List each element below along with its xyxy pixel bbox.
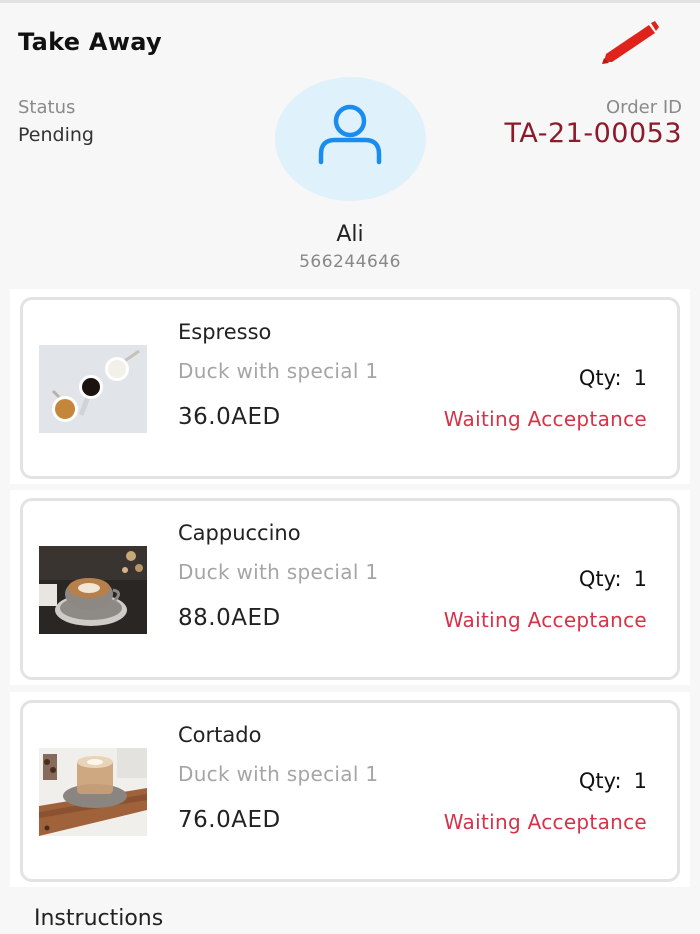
order-item-panel: Cortado Duck with special 1 76.0AED Qty:… (10, 692, 690, 887)
item-price: 88.0AED (178, 605, 281, 631)
item-price: 76.0AED (178, 807, 281, 833)
customer-name: Ali (336, 222, 364, 247)
espresso-image (39, 345, 147, 433)
top-divider (0, 0, 700, 3)
item-description: Duck with special 1 (178, 359, 379, 383)
item-status: Waiting Acceptance (443, 407, 647, 431)
item-qty: Qty: 1 (579, 366, 647, 390)
edit-button[interactable] (596, 18, 666, 68)
item-status: Waiting Acceptance (443, 810, 647, 834)
item-status: Waiting Acceptance (443, 608, 647, 632)
item-price: 36.0AED (178, 404, 281, 430)
qty-value: 1 (633, 567, 647, 591)
qty-label: Qty: (578, 366, 622, 390)
user-icon (318, 104, 382, 165)
item-qty: Qty: 1 (579, 769, 647, 793)
order-id-label: Order ID (605, 97, 682, 118)
item-description: Duck with special 1 (178, 560, 379, 584)
cortado-image (39, 748, 147, 836)
order-item-card[interactable]: Espresso Duck with special 1 36.0AED Qty… (20, 297, 680, 479)
item-name: Espresso (178, 320, 272, 344)
order-id-value: TA-21-00053 (504, 118, 682, 149)
order-item-card[interactable]: Cortado Duck with special 1 76.0AED Qty:… (20, 700, 680, 882)
qty-value: 1 (633, 366, 647, 390)
qty-label: Qty: (578, 567, 622, 591)
qty-value: 1 (633, 769, 647, 793)
page-title: Take Away (18, 28, 162, 56)
item-name: Cortado (178, 723, 262, 747)
qty-label: Qty: (578, 769, 622, 793)
item-description: Duck with special 1 (178, 762, 379, 786)
cappuccino-image (39, 546, 147, 634)
instructions-heading: Instructions (34, 906, 164, 931)
item-qty: Qty: 1 (579, 567, 647, 591)
order-item-card[interactable]: Cappuccino Duck with special 1 88.0AED Q… (20, 498, 680, 680)
pencil-icon (602, 21, 659, 64)
customer-phone: 566244646 (299, 252, 401, 272)
status-label: Status (18, 97, 76, 118)
order-item-panel: Espresso Duck with special 1 36.0AED Qty… (10, 289, 690, 484)
item-name: Cappuccino (178, 521, 301, 545)
order-item-panel: Cappuccino Duck with special 1 88.0AED Q… (10, 490, 690, 685)
status-value: Pending (18, 124, 94, 146)
customer-avatar (275, 77, 426, 201)
